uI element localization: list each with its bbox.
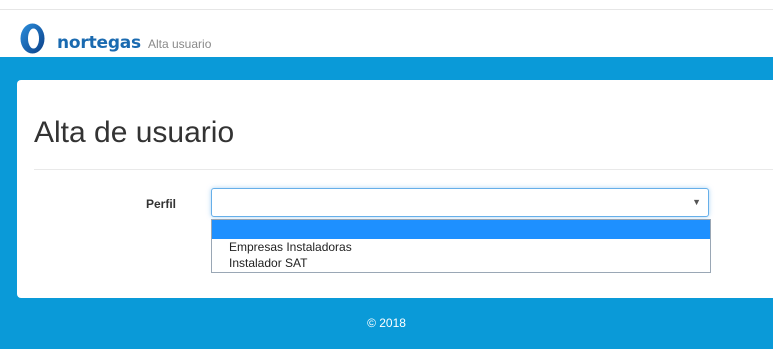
profile-select[interactable]: ▼ (211, 188, 709, 217)
caret-down-icon: ▼ (692, 197, 701, 207)
navbar: nortegas Alta usuario (0, 10, 773, 57)
nortegas-logo-icon[interactable] (20, 23, 45, 54)
profile-option-empresas-instaladoras[interactable]: Empresas Instaladoras (212, 239, 710, 256)
form-card: Alta de usuario Perfil ▼ Empresas Instal… (17, 80, 773, 298)
title-divider (34, 169, 773, 170)
profile-option-instalador-sat[interactable]: Instalador SAT (212, 255, 710, 272)
page-title: Alta de usuario (34, 116, 235, 149)
profile-label: Perfil (146, 197, 177, 211)
brand-name[interactable]: nortegas (57, 33, 141, 53)
profile-option-empty[interactable] (212, 220, 710, 239)
browser-top-line (0, 0, 773, 10)
profile-dropdown-list: Empresas Instaladoras Instalador SAT (211, 219, 711, 273)
footer-copyright: © 2018 (367, 316, 406, 330)
page: nortegas Alta usuario Alta de usuario Pe… (0, 0, 773, 349)
breadcrumb: Alta usuario (148, 37, 212, 51)
